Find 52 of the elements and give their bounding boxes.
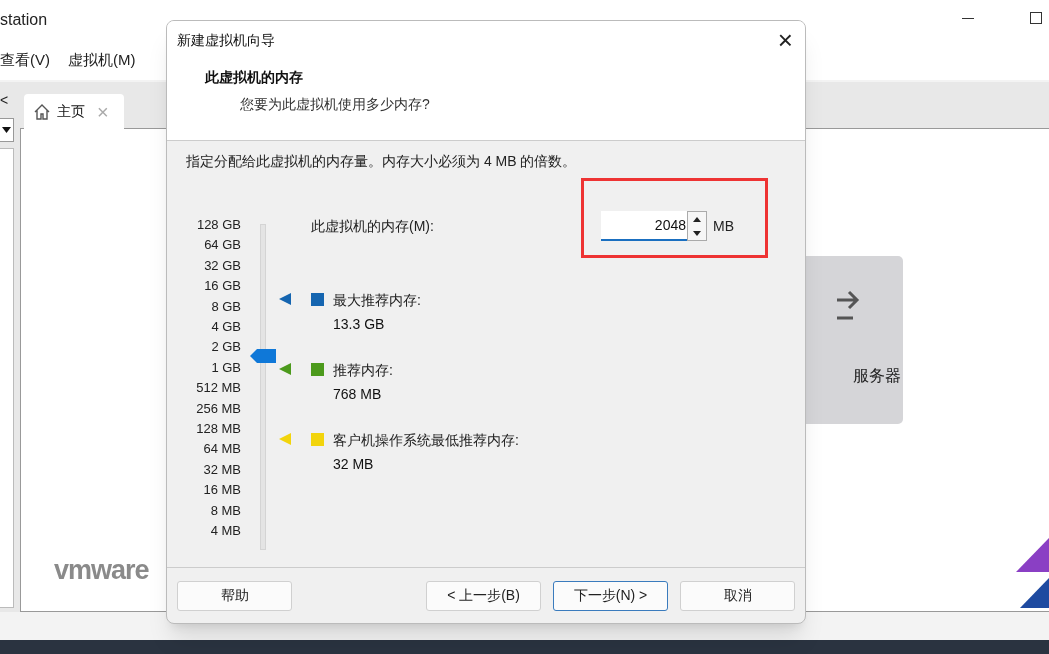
scale-label: 8 GB — [211, 297, 241, 316]
legend-label: 客户机操作系统最低推荐内存: — [333, 431, 519, 450]
memory-field[interactable]: 2048 — [601, 211, 687, 241]
tab-label: 主页 — [57, 102, 85, 121]
instruction-text: 指定分配给此虚拟机的内存量。内存大小必须为 4 MB 的倍数。 — [186, 152, 578, 171]
legend-label: 最大推荐内存: — [333, 291, 421, 310]
menu-item[interactable]: 虚拟机(M) — [68, 48, 136, 72]
dialog-title: 新建虚拟机向导 — [177, 30, 275, 50]
back-button[interactable]: < — [0, 90, 9, 111]
scale-label: 128 GB — [196, 216, 241, 234]
dialog-button[interactable]: 帮助 — [177, 580, 292, 611]
spin-button[interactable] — [687, 211, 707, 241]
scale-label: 4 GB — [211, 318, 241, 337]
home-tab[interactable]: 主页 × — [24, 94, 124, 129]
up-icon — [693, 216, 701, 222]
scale-label: 256 MB — [196, 399, 241, 418]
memory-label: 此虚拟机的内存(M): — [311, 216, 435, 236]
scale-label: 32 MB — [203, 460, 241, 479]
dialog-button[interactable]: < 上一步(B) — [426, 580, 541, 611]
slider-thumb[interactable] — [250, 349, 276, 364]
window-title: station — [0, 10, 48, 30]
dropdown[interactable] — [0, 118, 14, 142]
dialog-button[interactable]: 下一步(N) > — [553, 580, 668, 611]
scale-label: 32 GB — [204, 256, 241, 275]
scale-label: 1 GB — [211, 358, 241, 377]
menu-item[interactable]: 查看(V) — [0, 48, 50, 72]
scale-label: 128 MB — [196, 420, 241, 439]
scale-label: 64 GB — [204, 236, 241, 255]
vmware-logo: vmware — [54, 554, 149, 587]
home-icon — [33, 102, 51, 121]
triangle-drawing — [1016, 538, 1049, 608]
scale-label: 16 GB — [204, 277, 241, 296]
caret-icon — [1, 127, 11, 133]
card-label: 服务器 — [853, 366, 901, 386]
unit-label: MB — [713, 216, 734, 236]
scale-label: 4 MB — [210, 522, 241, 541]
page-subheading: 您要为此虚拟机使用多少内存? — [240, 95, 431, 114]
dialog-button[interactable]: 取消 — [680, 580, 795, 611]
legend-value: 13.3 GB — [333, 315, 386, 334]
scale-label: 64 MB — [203, 440, 241, 459]
scale-label: 8 MB — [210, 501, 241, 520]
legend-label: 推荐内存: — [333, 361, 393, 380]
scale-label: 512 MB — [196, 379, 241, 398]
down-icon — [693, 230, 701, 236]
legend-value: 32 MB — [333, 455, 375, 474]
scale-label: 2 GB — [211, 338, 241, 357]
legend-value: 768 MB — [333, 385, 383, 404]
slider-track[interactable] — [260, 224, 266, 550]
maximize-icon[interactable] — [1030, 12, 1042, 24]
scale-label: 16 MB — [203, 481, 241, 500]
close-button[interactable]: × — [777, 27, 793, 53]
page-heading: 此虚拟机的内存 — [205, 68, 304, 87]
